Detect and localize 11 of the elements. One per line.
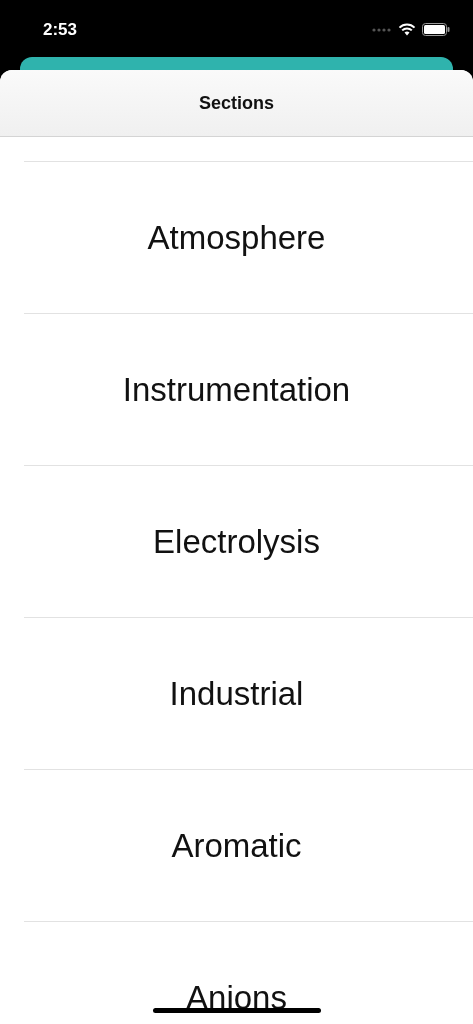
signal-icon xyxy=(372,27,392,32)
section-item[interactable]: Atmosphere xyxy=(147,212,326,263)
section-item[interactable]: Industrial xyxy=(169,668,304,719)
section-item[interactable]: Anions xyxy=(186,972,287,1023)
status-time: 2:53 xyxy=(43,18,78,41)
header-title: Sections xyxy=(199,91,274,115)
wifi-icon xyxy=(398,23,416,36)
section-item[interactable]: Aromatic xyxy=(171,820,302,871)
section-item[interactable]: Electrolysis xyxy=(153,516,320,567)
section-item[interactable]: Instrumentation xyxy=(122,364,351,415)
battery-icon xyxy=(422,23,450,36)
